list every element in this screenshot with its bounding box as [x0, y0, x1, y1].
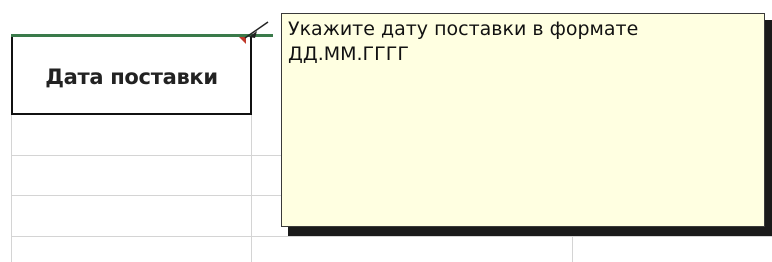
spreadsheet-grid: Дата поставки Укажите дату поставки в фо… — [0, 0, 772, 262]
row-gridline — [11, 155, 281, 156]
cell-comment-popup[interactable]: Укажите дату поставки в формате ДД.ММ.ГГ… — [281, 13, 765, 227]
header-cell-label: Дата поставки — [45, 65, 218, 89]
comment-text: Укажите дату поставки в формате ДД.ММ.ГГ… — [288, 18, 645, 65]
row-gridline — [11, 195, 281, 196]
column-gridline — [572, 236, 573, 262]
comment-indicator-icon[interactable] — [239, 37, 246, 44]
row-gridline — [11, 236, 772, 237]
column-gridline — [251, 115, 252, 262]
column-gridline — [11, 115, 12, 262]
header-cell-delivery-date[interactable]: Дата поставки — [11, 37, 252, 115]
